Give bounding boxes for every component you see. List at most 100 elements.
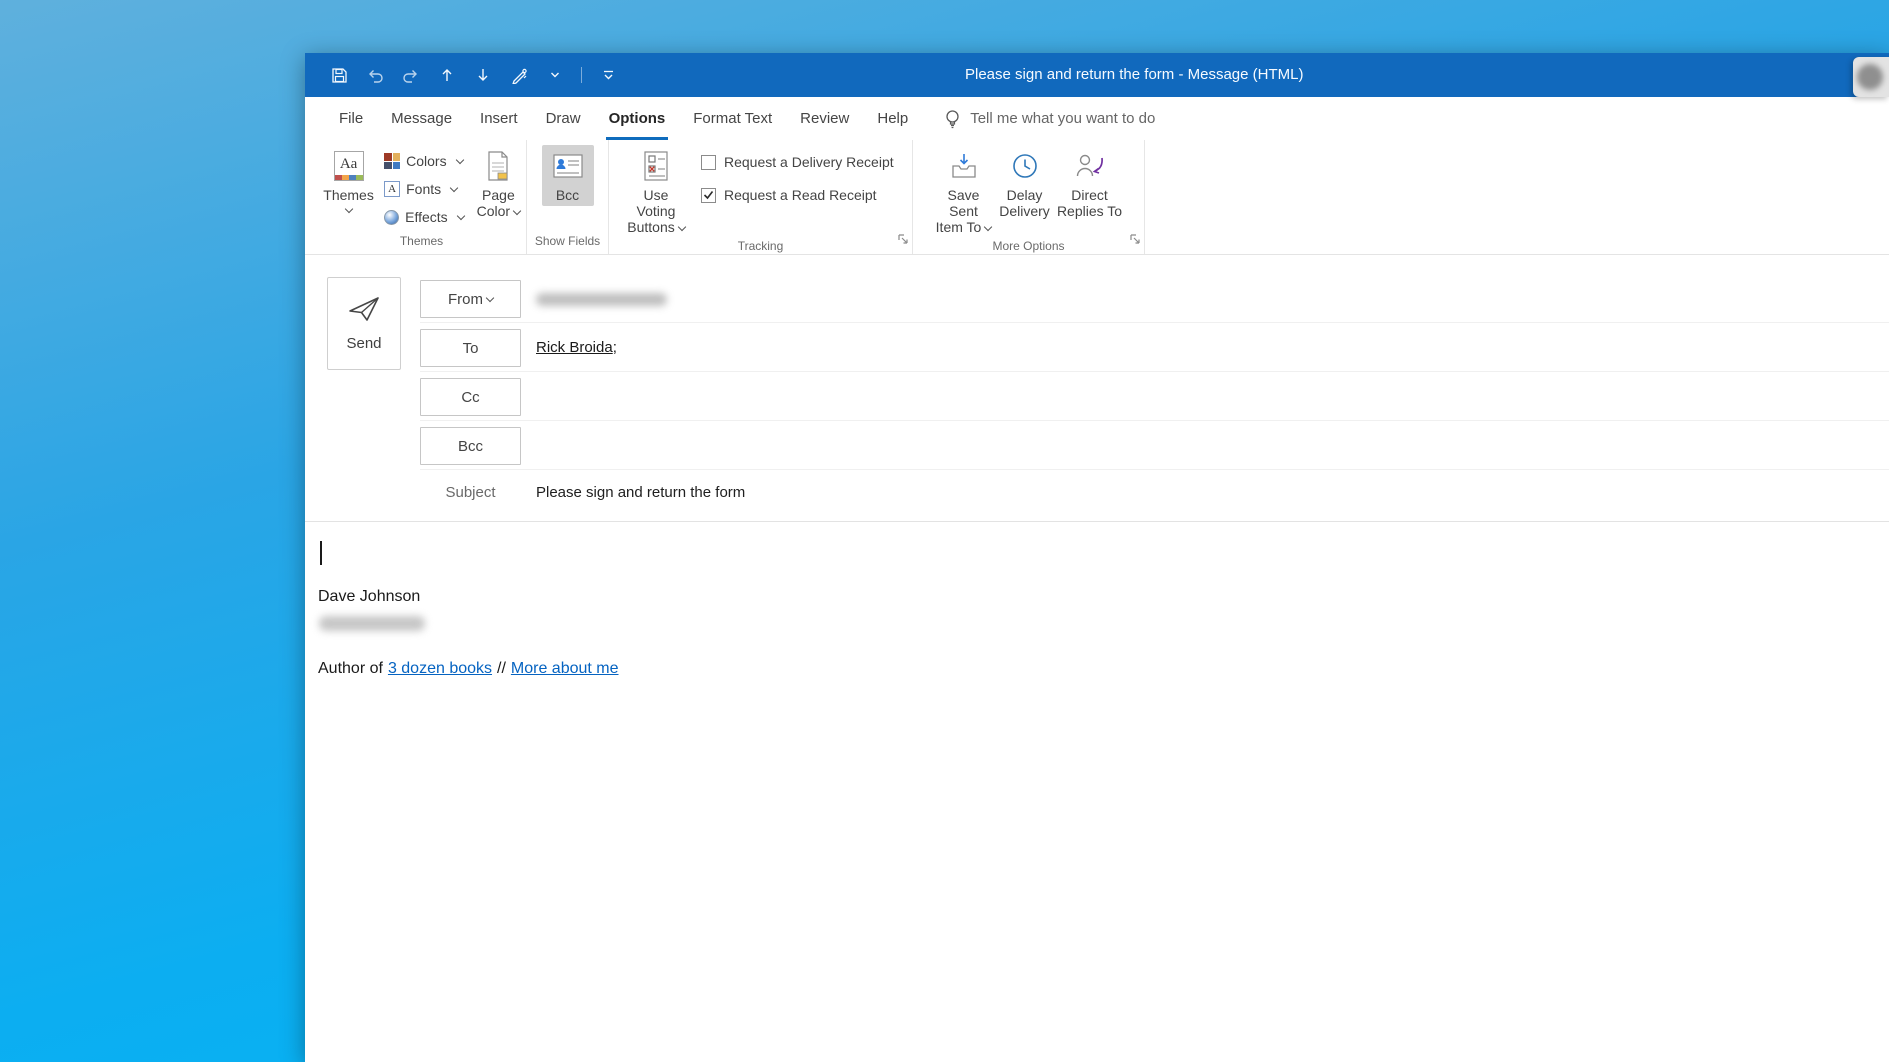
window-title: Please sign and return the form - Messag… (965, 66, 1304, 83)
tell-me-box[interactable]: Tell me what you want to do (944, 97, 1155, 140)
from-field-underline (420, 322, 1889, 323)
use-voting-buttons-button[interactable]: Use Voting Buttons (621, 145, 691, 238)
direct-replies-to-button[interactable]: Direct Replies To (1054, 145, 1126, 222)
arrow-down-icon[interactable] (473, 65, 493, 85)
from-address-redacted (536, 293, 667, 306)
to-field-underline (420, 371, 1889, 372)
chevron-down-icon (485, 293, 495, 303)
to-label: To (462, 339, 479, 357)
ribbon-tab-bar: File Message Insert Draw Options Format … (305, 97, 1889, 140)
compose-header: Send From To Cc Bcc Rick Broida; Subject… (305, 255, 1889, 522)
outlook-message-window: Please sign and return the form - Messag… (305, 53, 1889, 1062)
delay-label-1: Delay (1006, 187, 1043, 203)
tab-format-text[interactable]: Format Text (679, 97, 786, 140)
recipient-separator: ; (612, 339, 617, 356)
read-receipt-label: Request a Read Receipt (724, 187, 877, 203)
themes-label: Themes (323, 187, 374, 203)
direct-label-1: Direct (1071, 187, 1108, 203)
text-cursor (320, 541, 322, 565)
fonts-icon: A (384, 181, 401, 197)
ribbon-group-themes: Aa Themes Colors A Fonts Effects Page Co… (317, 140, 527, 254)
chevron-down-icon (512, 207, 522, 216)
ribbon-group-tracking: Use Voting Buttons Request a Delivery Re… (609, 140, 913, 254)
bcc-toggle-button[interactable]: Bcc (541, 145, 594, 206)
to-button[interactable]: To (420, 329, 521, 367)
checkbox-checked (701, 187, 716, 203)
page-color-label-1: Page (482, 187, 515, 203)
tab-insert[interactable]: Insert (466, 97, 532, 140)
voting-label-1: Use Voting (636, 187, 676, 219)
send-paper-plane-icon (349, 297, 379, 321)
books-link[interactable]: 3 dozen books (388, 660, 492, 677)
undo-icon[interactable] (365, 65, 385, 85)
save-sent-icon (950, 148, 978, 184)
tab-message[interactable]: Message (377, 97, 466, 140)
quick-access-toolbar (305, 65, 618, 85)
ribbon-group-more-options: Save Sent Item To Delay Delivery Direct … (913, 140, 1145, 254)
tab-help[interactable]: Help (863, 97, 922, 140)
tab-options[interactable]: Options (595, 97, 680, 140)
colors-button[interactable]: Colors (380, 147, 471, 175)
page-color-button[interactable]: Page Color (471, 145, 526, 222)
themes-icon: Aa (333, 148, 364, 184)
chevron-down-icon[interactable] (545, 65, 565, 85)
request-read-receipt-checkbox[interactable]: Request a Read Receipt (701, 187, 894, 203)
request-delivery-receipt-checkbox[interactable]: Request a Delivery Receipt (701, 154, 894, 170)
message-body-editor[interactable]: Dave Johnson Author of 3 dozen books // Mor… (305, 522, 1889, 1062)
group-label-more-options: More Options (992, 239, 1065, 253)
phone-number-redacted (319, 616, 425, 631)
blurred-avatar (1857, 64, 1883, 90)
themes-button[interactable]: Aa Themes (317, 145, 380, 215)
fonts-button[interactable]: A Fonts (380, 175, 471, 203)
recipient-link[interactable]: Rick Broida (536, 339, 613, 356)
page-color-icon (486, 148, 510, 184)
dialog-launcher-icon[interactable] (1129, 232, 1141, 250)
bcc-fields-icon (552, 148, 583, 184)
voting-buttons-icon (642, 148, 670, 184)
titlebar: Please sign and return the form - Messag… (305, 53, 1889, 97)
voting-label-2: Buttons (627, 219, 686, 235)
subject-field-value[interactable]: Please sign and return the form (536, 481, 745, 505)
dialog-launcher-icon[interactable] (897, 232, 909, 250)
qat-separator (581, 67, 582, 83)
themes-small-buttons: Colors A Fonts Effects (380, 145, 471, 231)
signature-name: Dave Johnson (318, 588, 421, 605)
tab-draw[interactable]: Draw (532, 97, 595, 140)
chevron-down-icon (344, 204, 353, 214)
subject-label: Subject (445, 484, 496, 501)
customize-qat-icon[interactable] (598, 65, 618, 85)
chevron-down-icon (984, 223, 993, 232)
lightbulb-icon (946, 109, 959, 128)
effects-button[interactable]: Effects (380, 203, 471, 231)
bcc-label: Bcc (457, 437, 483, 455)
author-prefix: Author of (318, 660, 383, 677)
chevron-down-icon (449, 183, 459, 193)
ribbon-group-show-fields: Bcc Show Fields (527, 140, 609, 254)
more-about-me-link[interactable]: More about me (511, 660, 619, 677)
link-separator: // (497, 660, 506, 677)
delay-delivery-button[interactable]: Delay Delivery (996, 145, 1054, 222)
save-sent-item-to-button[interactable]: Save Sent Item To (932, 145, 996, 238)
bcc-button[interactable]: Bcc (420, 427, 521, 465)
pen-icon[interactable] (509, 65, 529, 85)
colors-label: Colors (406, 153, 447, 169)
to-field-value[interactable]: Rick Broida; (536, 329, 617, 367)
cc-label: Cc (461, 388, 480, 406)
direct-replies-icon (1075, 148, 1105, 184)
save-sent-label-2: Item To (936, 219, 993, 235)
tab-file[interactable]: File (325, 97, 377, 140)
tab-review[interactable]: Review (786, 97, 863, 140)
effects-icon (384, 209, 400, 225)
redo-icon[interactable] (401, 65, 421, 85)
fonts-label: Fonts (406, 181, 442, 197)
group-label-tracking: Tracking (737, 239, 784, 253)
arrow-up-icon[interactable] (437, 65, 457, 85)
save-icon[interactable] (329, 65, 349, 85)
ribbon: Aa Themes Colors A Fonts Effects Page Co… (305, 140, 1889, 255)
chevron-down-icon (456, 211, 465, 221)
cc-button[interactable]: Cc (420, 378, 521, 416)
delay-label-2: Delivery (999, 203, 1050, 219)
send-button[interactable]: Send (327, 277, 401, 370)
chevron-down-icon (677, 223, 686, 232)
from-button[interactable]: From (420, 280, 521, 318)
